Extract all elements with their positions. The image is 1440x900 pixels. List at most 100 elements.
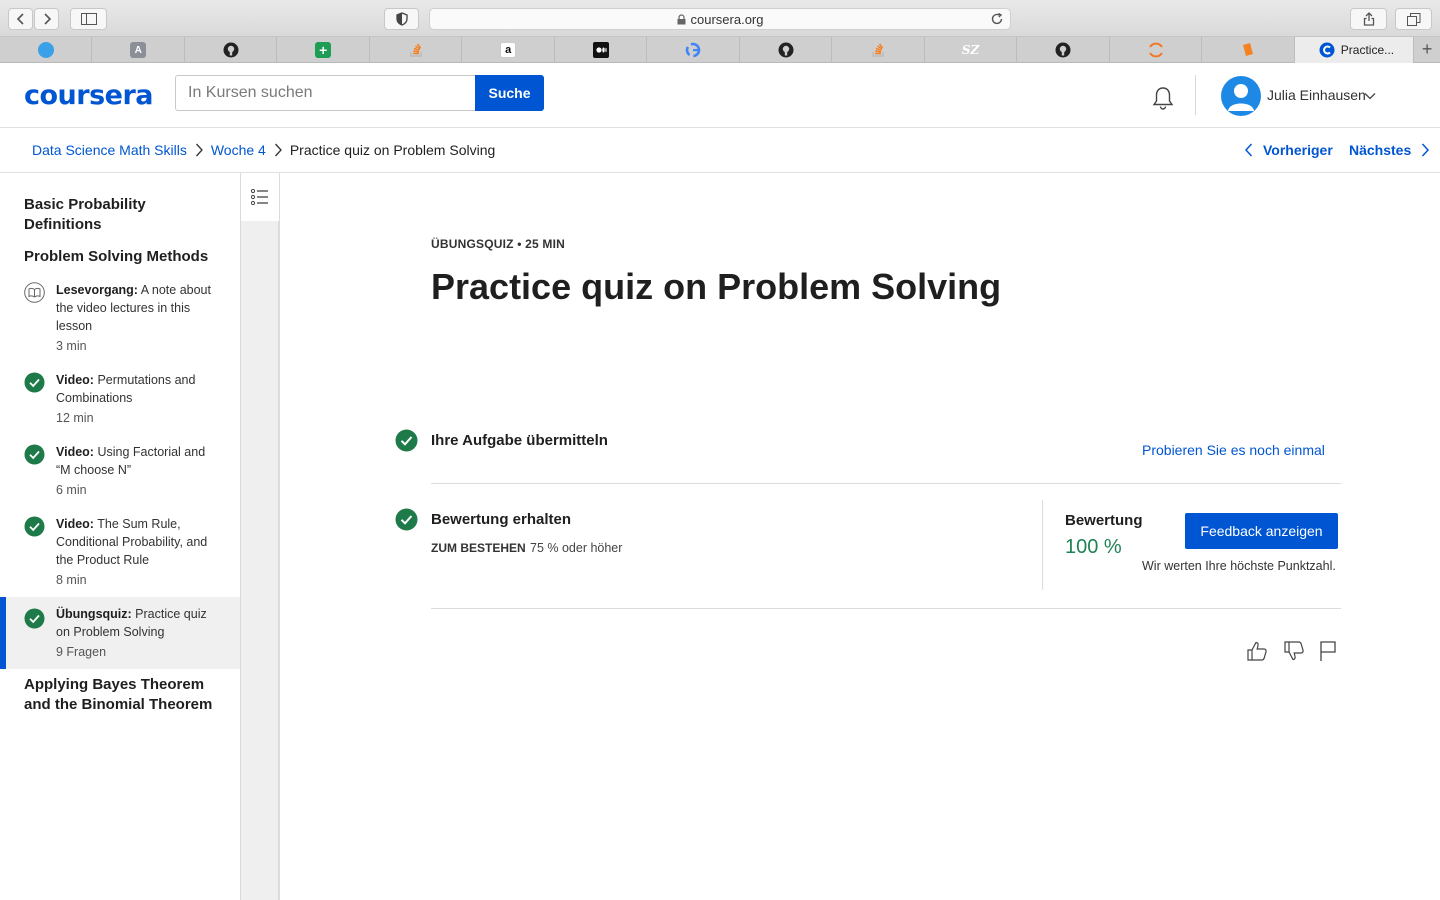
browser-tab[interactable]	[740, 37, 833, 63]
address-bar[interactable]: coursera.org	[429, 8, 1011, 30]
browser-tab[interactable]	[185, 37, 278, 63]
new-tab-button[interactable]: +	[1414, 37, 1440, 62]
github-icon	[778, 42, 794, 58]
browser-chrome: coursera.org A + a SZ Practice... +	[0, 0, 1440, 63]
browser-tab-active[interactable]: Practice...	[1294, 37, 1415, 63]
stack-icon	[409, 43, 422, 57]
book-icon	[1243, 43, 1254, 56]
flag-icon[interactable]	[1319, 640, 1337, 662]
item-duration: 6 min	[56, 483, 87, 497]
pass-threshold: 75 % oder höher	[530, 541, 623, 555]
chevron-left-icon	[1245, 143, 1253, 157]
url-text: coursera.org	[690, 11, 764, 27]
sidebar-item-quiz-active[interactable]: Übungsquiz: Practice quiz on Problem Sol…	[0, 597, 240, 669]
chevron-down-icon[interactable]	[1364, 92, 1376, 100]
step-grade-title: Bewertung erhalten	[431, 511, 572, 528]
vertical-divider	[1042, 500, 1043, 590]
reload-icon[interactable]	[990, 12, 1004, 26]
next-button[interactable]: Nächstes	[1349, 142, 1430, 158]
user-icon	[1228, 84, 1254, 111]
breadcrumb-current: Practice quiz on Problem Solving	[289, 142, 496, 158]
shield-icon	[395, 12, 408, 26]
browser-tab[interactable]: a	[462, 37, 555, 63]
previous-label: Vorheriger	[1263, 142, 1333, 158]
browser-tab[interactable]	[1017, 37, 1110, 63]
view-feedback-button[interactable]: Feedback anzeigen	[1185, 513, 1338, 549]
divider	[431, 483, 1341, 484]
item-kicker: ÜBUNGSQUIZ • 25 MIN	[431, 237, 566, 251]
amazon-icon: a	[500, 42, 517, 58]
reading-book-icon	[24, 282, 45, 303]
tabs-overview-button[interactable]	[1395, 8, 1432, 30]
page-title: Practice quiz on Problem Solving	[431, 266, 1002, 307]
retry-link[interactable]: Probieren Sie es noch einmal	[1142, 442, 1325, 458]
search-button[interactable]: Suche	[475, 75, 544, 111]
browser-tab[interactable]	[1202, 37, 1295, 63]
privacy-shield-button[interactable]	[384, 8, 419, 30]
site-header: coursera Suche Julia Einhausen	[0, 63, 1440, 128]
user-name[interactable]: Julia Einhausen	[1267, 87, 1366, 103]
sidebar-toggle-button[interactable]	[70, 8, 107, 30]
chevron-right-icon	[274, 143, 282, 157]
sidebar-section-basic-probability[interactable]: Basic Probability Definitions	[24, 195, 224, 235]
toggle-outline-button[interactable]	[241, 173, 279, 221]
header-divider	[1195, 75, 1196, 115]
search-input[interactable]	[175, 75, 475, 111]
avatar[interactable]	[1221, 76, 1261, 116]
browser-tab[interactable]: A	[92, 37, 185, 63]
browser-toolbar: coursera.org	[0, 0, 1440, 37]
lock-icon	[677, 13, 685, 24]
browser-tab[interactable]: SZ	[925, 37, 1018, 63]
grade-label: Bewertung	[1065, 512, 1143, 529]
sidebar-icon	[80, 13, 97, 25]
github-icon	[1055, 42, 1071, 58]
pass-label: ZUM BESTEHEN	[431, 541, 526, 555]
medium-icon	[592, 42, 609, 58]
browser-tab[interactable]	[647, 37, 740, 63]
tab-strip: A + a SZ Practice... +	[0, 37, 1440, 63]
item-type: Video:	[56, 517, 94, 531]
grade-value: 100 %	[1065, 536, 1122, 558]
step-submit-title: Ihre Aufgabe übermitteln	[431, 432, 608, 449]
thumbs-down-icon[interactable]	[1283, 640, 1305, 662]
previous-button[interactable]: Vorheriger	[1245, 142, 1333, 158]
plus-sheet-icon: +	[315, 42, 332, 58]
notification-bell-icon[interactable]	[1150, 85, 1176, 111]
breadcrumb-course[interactable]: Data Science Math Skills	[32, 142, 187, 158]
chevron-left-icon	[16, 13, 24, 25]
thumbs-up-icon[interactable]	[1246, 640, 1268, 662]
browser-tab[interactable]	[370, 37, 463, 63]
share-icon	[1363, 12, 1374, 26]
item-type: Übungsquiz:	[56, 607, 132, 621]
item-duration: 3 min	[56, 339, 87, 353]
item-duration: 12 min	[56, 411, 94, 425]
browser-tab[interactable]	[832, 37, 925, 63]
sidebar-item-reading[interactable]: Lesevorgang: A note about the video lect…	[0, 279, 240, 355]
sidebar-item-video[interactable]: Video: The Sum Rule, Conditional Probabi…	[0, 513, 240, 589]
divider	[431, 608, 1341, 609]
back-button[interactable]	[8, 8, 33, 30]
sidebar-section-problem-solving[interactable]: Problem Solving Methods	[24, 247, 224, 267]
tab-label: Practice...	[1340, 43, 1395, 57]
item-type: Lesevorgang:	[56, 283, 138, 297]
browser-tab[interactable]	[1110, 37, 1203, 63]
sidebar-section-bayes[interactable]: Applying Bayes Theorem and the Binomial …	[24, 675, 224, 715]
coursera-logo[interactable]: coursera	[24, 80, 154, 111]
check-circle-icon	[395, 429, 418, 452]
coursera-icon	[1319, 42, 1335, 58]
breadcrumb-week[interactable]: Woche 4	[211, 142, 266, 158]
forward-button[interactable]	[34, 8, 59, 30]
browser-tab[interactable]	[0, 37, 93, 63]
share-button[interactable]	[1350, 8, 1387, 30]
sidebar-item-video[interactable]: Video: Using Factorial and “M choose N” …	[0, 441, 240, 501]
github-icon	[223, 42, 239, 58]
item-type: Video:	[56, 445, 94, 459]
list-icon	[251, 189, 268, 205]
sidebar-item-video[interactable]: Video: Permutations and Combinations 12 …	[0, 369, 240, 429]
item-type: Video:	[56, 373, 94, 387]
browser-tab[interactable]: +	[277, 37, 370, 63]
browser-tab[interactable]	[555, 37, 648, 63]
google-icon	[685, 42, 701, 58]
check-circle-icon	[24, 516, 45, 537]
sz-icon: SZ	[961, 43, 980, 57]
